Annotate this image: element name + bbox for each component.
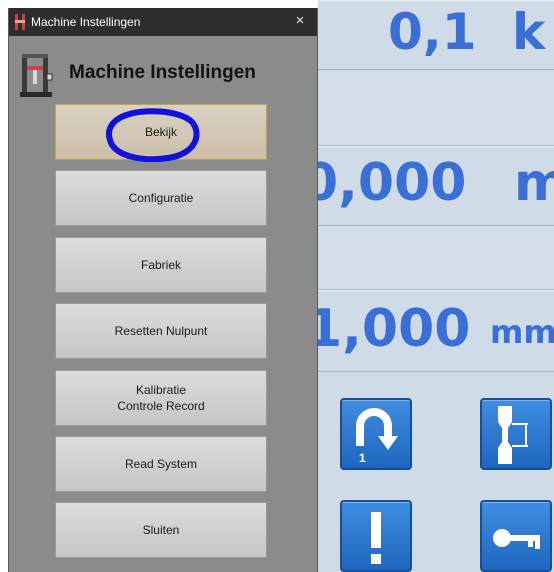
dialog-window-title: Machine Instellingen — [31, 15, 141, 29]
extension-readout-unit: mm — [490, 313, 554, 351]
resetten-nulpunt-button-label: Resetten Nulpunt — [114, 324, 208, 338]
configuratie-button[interactable]: Configuratie — [55, 170, 267, 226]
fabriek-button-label: Fabriek — [140, 258, 181, 272]
close-icon: × — [295, 12, 305, 29]
window-app-icon — [15, 14, 25, 30]
read-system-button-label: Read System — [124, 457, 198, 471]
machine-settings-dialog: Machine Instellingen × Machine Instellin… — [8, 8, 318, 572]
action-icon-panel: 1 — [318, 372, 554, 572]
dialog-titlebar: Machine Instellingen × — [9, 8, 317, 36]
position-readout-unit: m — [514, 153, 554, 213]
bekijk-button-label: Bekijk — [144, 125, 177, 139]
key-icon — [493, 529, 540, 549]
close-button[interactable]: × — [291, 12, 309, 30]
read-system-button[interactable]: Read System — [55, 436, 267, 492]
fabriek-button[interactable]: Fabriek — [55, 237, 267, 293]
background-app: 0,1 k 0,000 m 1,000 mm 1 — [302, 0, 554, 572]
dialog-heading: Machine Instellingen — [69, 62, 256, 83]
tensile-tester-icon — [20, 54, 53, 97]
return-button[interactable]: 1 — [340, 398, 412, 470]
exclamation-icon — [371, 512, 381, 564]
force-readout-unit: k — [512, 3, 546, 61]
kalibratie-button[interactable]: Kalibratie Controle Record — [55, 370, 267, 426]
extension-readout-value: 1,000 — [306, 299, 471, 359]
resetten-nulpunt-button[interactable]: Resetten Nulpunt — [55, 303, 267, 359]
kalibratie-button-label-line2: Controle Record — [117, 399, 205, 413]
force-readout-value: 0,1 — [388, 3, 477, 61]
warning-button[interactable] — [340, 500, 412, 572]
sluiten-button-label: Sluiten — [142, 523, 180, 537]
bekijk-button[interactable]: Bekijk — [55, 104, 267, 160]
specimen-button[interactable] — [480, 398, 552, 470]
return-arrow-icon: 1 — [356, 408, 398, 465]
configuratie-button-label: Configuratie — [128, 191, 194, 205]
readout-spacer — [318, 70, 554, 146]
force-readout: 0,1 k — [318, 0, 554, 70]
return-count-badge: 1 — [359, 451, 366, 465]
screen: 0,1 k 0,000 m 1,000 mm 1 Machine Instell… — [0, 0, 554, 572]
position-readout-value: 0,000 — [302, 153, 467, 213]
specimen-icon — [498, 406, 528, 464]
extension-readout: 1,000 mm — [306, 290, 554, 372]
sluiten-button[interactable]: Sluiten — [55, 502, 267, 558]
position-readout: 0,000 m — [302, 146, 554, 226]
key-button[interactable] — [480, 500, 552, 572]
readout-spacer — [318, 226, 554, 290]
kalibratie-button-label-line1: Kalibratie — [135, 383, 187, 397]
